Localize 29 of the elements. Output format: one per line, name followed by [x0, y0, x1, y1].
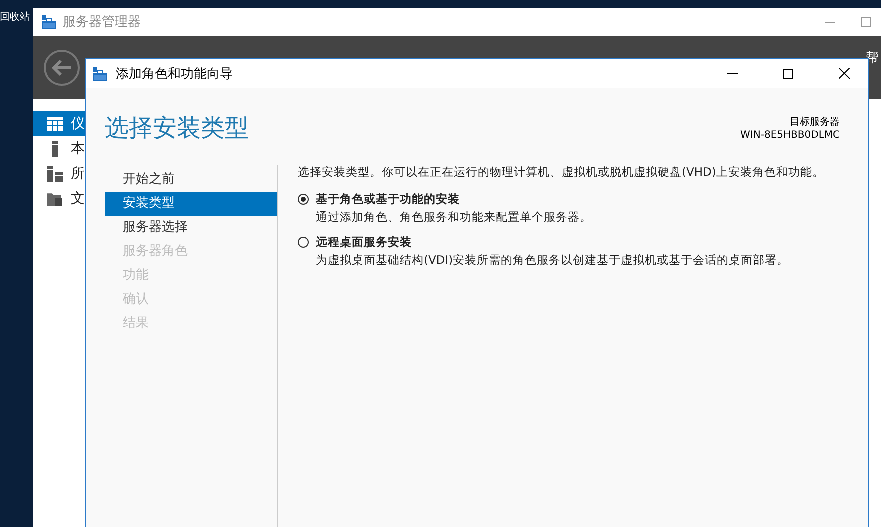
- close-icon[interactable]: [838, 68, 850, 79]
- option-label[interactable]: 基于角色或基于功能的安装: [316, 192, 824, 207]
- servers-icon: [47, 166, 63, 182]
- sidebar-item[interactable]: 所: [33, 161, 85, 186]
- option-label[interactable]: 远程桌面服务安装: [316, 235, 824, 250]
- sidebar-item[interactable]: 仪: [33, 111, 85, 136]
- desktop-icon-label[interactable]: 回收站: [0, 12, 30, 24]
- page-heading: 选择安装类型: [105, 113, 249, 144]
- radio-button[interactable]: [298, 237, 309, 248]
- toolbox-icon: [41, 14, 57, 30]
- minimize-icon[interactable]: [726, 73, 738, 74]
- back-icon[interactable]: [43, 49, 81, 87]
- window-title: 添加角色和功能向导: [116, 66, 233, 82]
- grid-icon: [47, 116, 63, 130]
- toolbox-icon: [92, 66, 108, 82]
- window-title: 服务器管理器: [63, 14, 141, 31]
- wizard-step[interactable]: 安装类型: [105, 192, 277, 216]
- intro-text: 选择安装类型。你可以在正在运行的物理计算机、虚拟机或脱机虚拟硬盘(VHD)上安装角色和功能。: [298, 165, 824, 180]
- maximize-icon[interactable]: [783, 68, 793, 78]
- target-server: WIN-8E5HBB0DLMC: [740, 129, 840, 142]
- wizard-step[interactable]: 开始之前: [105, 168, 277, 192]
- target-label: 目标服务器: [789, 116, 840, 129]
- sidebar-item[interactable]: 文: [33, 186, 85, 211]
- sidebar-item[interactable]: 本: [33, 136, 85, 161]
- option-description: 通过添加角色、角色服务和功能来配置单个服务器。: [316, 210, 593, 225]
- folder-icon: [47, 190, 63, 206]
- wizard-step[interactable]: 服务器选择: [105, 216, 277, 240]
- radio-button[interactable]: [298, 194, 309, 205]
- option-description: 为虚拟桌面基础结构(VDI)安装所需的角色服务以创建基于虚拟机或基于会话的桌面部署。: [316, 253, 790, 268]
